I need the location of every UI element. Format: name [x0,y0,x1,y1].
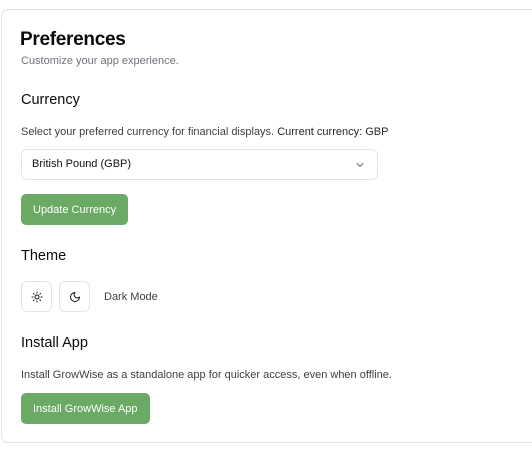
update-currency-button[interactable]: Update Currency [21,194,129,225]
sun-icon [31,291,42,302]
chevron-down-icon [356,162,364,168]
light-mode-button[interactable] [21,281,52,312]
current-currency-label: Current currency: GBP [277,126,389,138]
currency-description-row: Select your preferred currency for finan… [21,126,388,138]
moon-icon [69,291,80,302]
page-subtitle: Customize your app experience. [21,55,179,67]
install-section-title: Install App [21,335,88,351]
theme-section-title: Theme [21,248,67,264]
install-app-button[interactable]: Install GrowWise App [21,393,150,424]
install-description: Install GrowWise as a standalone app for… [21,369,392,381]
currency-section-title: Currency [21,92,80,108]
page-title: Preferences [20,29,126,50]
currency-select-value: British Pound (GBP) [32,158,132,170]
current-theme-label: Dark Mode [104,291,158,303]
currency-description: Select your preferred currency for finan… [21,126,275,138]
dark-mode-button[interactable] [59,281,90,312]
currency-select[interactable]: British Pound (GBP) [21,149,378,180]
